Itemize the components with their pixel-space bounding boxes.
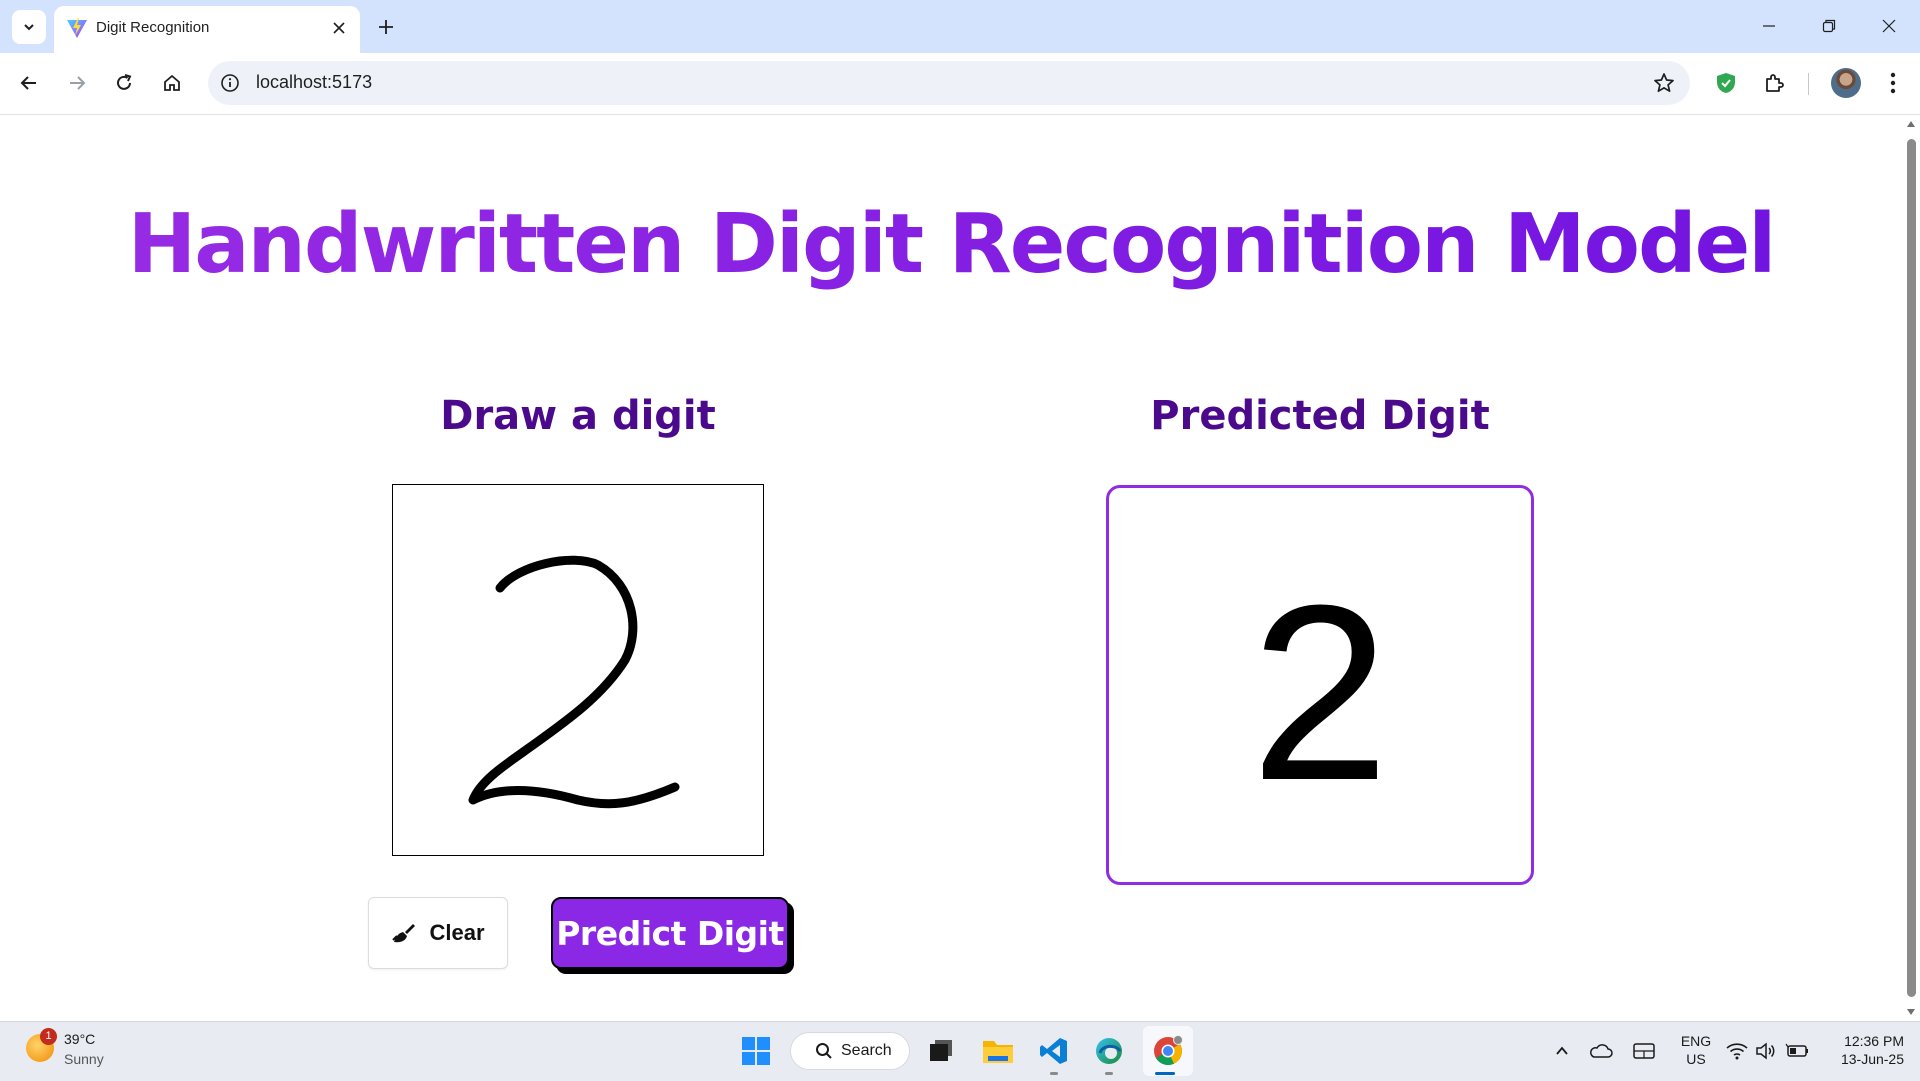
page-content: Handwritten Digit Recognition Model Draw… (0, 115, 1902, 1021)
predict-digit-button[interactable]: Predict Digit (551, 897, 789, 969)
start-button[interactable] (738, 1033, 774, 1069)
wifi-icon (1726, 1043, 1748, 1060)
tab-list-button[interactable] (12, 10, 46, 44)
new-tab-button[interactable] (372, 13, 400, 41)
tab-list-icon (24, 24, 34, 31)
page-title: Handwritten Digit Recognition Model (0, 197, 1902, 292)
drawing-canvas[interactable] (392, 484, 764, 856)
search-label: Search (841, 1042, 892, 1059)
minimize-button[interactable] (1746, 10, 1792, 42)
touch-keyboard-button[interactable] (1626, 1033, 1662, 1069)
forward-icon (70, 76, 86, 90)
plus-icon (379, 20, 393, 34)
volume-icon (1756, 1042, 1775, 1060)
clear-button[interactable]: Clear (368, 897, 508, 969)
restore-icon (1822, 19, 1836, 33)
home-icon (164, 74, 180, 91)
edge-button[interactable] (1091, 1033, 1127, 1069)
windows-start-icon (742, 1037, 770, 1065)
page-scrollbar[interactable] (1902, 115, 1920, 1021)
scroll-up-arrow-icon[interactable] (1906, 119, 1916, 129)
weather-badge: 1 (40, 1028, 57, 1045)
predict-button-label: Predict Digit (556, 913, 784, 953)
keyboard-icon (1633, 1043, 1655, 1059)
shield-icon (1717, 73, 1735, 93)
task-view-button[interactable] (923, 1033, 959, 1069)
tab-title: Digit Recognition (96, 19, 210, 36)
close-window-button[interactable] (1866, 10, 1912, 42)
weather-condition[interactable]: Sunny (64, 1051, 104, 1067)
browser-menu-button[interactable] (1876, 66, 1910, 100)
shield-extension-button[interactable] (1709, 66, 1743, 100)
restore-button[interactable] (1806, 10, 1852, 42)
chrome-button[interactable] (1150, 1033, 1186, 1069)
close-icon (1882, 19, 1896, 33)
clock-time: 12:36 PM (1844, 1033, 1904, 1049)
clock-date: 13-Jun-25 (1840, 1051, 1904, 1067)
browser-toolbar: localhost:5173 (0, 53, 1920, 115)
language-indicator[interactable]: ENG US (1676, 1032, 1716, 1068)
file-explorer-icon (983, 1041, 1013, 1063)
vite-favicon-icon (67, 18, 87, 38)
taskbar-search[interactable]: Search (790, 1032, 910, 1070)
onedrive-icon (1590, 1044, 1613, 1058)
task-view-icon (930, 1040, 952, 1061)
back-button[interactable] (12, 66, 46, 100)
chrome-active-indicator (1155, 1072, 1175, 1075)
avatar[interactable] (1831, 68, 1861, 98)
language-primary: ENG (1680, 1033, 1712, 1049)
home-button[interactable] (155, 66, 189, 100)
vscode-button[interactable] (1036, 1033, 1072, 1069)
clear-button-label: Clear (429, 920, 485, 945)
clock[interactable]: 12:36 PM 13-Jun-25 (1814, 1032, 1904, 1068)
chrome-icon (1154, 1035, 1183, 1065)
forward-button[interactable] (60, 66, 94, 100)
taskbar: 1 39°C Sunny Search ENG US 12:36 PM 13-J… (0, 1021, 1920, 1081)
tab-close-button[interactable] (328, 17, 350, 39)
info-icon (221, 74, 239, 92)
reload-button[interactable] (107, 66, 141, 100)
search-icon (816, 1043, 832, 1059)
extensions-button[interactable] (1757, 66, 1791, 100)
minimize-icon (1763, 25, 1775, 27)
address-bar[interactable]: localhost:5173 (208, 61, 1690, 105)
show-hidden-icons-button[interactable] (1544, 1033, 1580, 1069)
battery-button[interactable] (1779, 1033, 1815, 1069)
bookmark-button[interactable] (1652, 71, 1676, 95)
brush-icon (392, 924, 416, 943)
toolbar-separator (1808, 73, 1809, 95)
predicted-heading: Predicted Digit (1150, 393, 1490, 439)
onedrive-button[interactable] (1583, 1033, 1619, 1069)
scroll-down-arrow-icon[interactable] (1906, 1007, 1916, 1017)
edge-open-indicator (1105, 1072, 1113, 1075)
edge-icon (1096, 1038, 1122, 1064)
extensions-icon (1766, 74, 1784, 92)
vscode-icon (1040, 1038, 1067, 1064)
url-text[interactable]: localhost:5173 (256, 72, 372, 93)
close-icon (333, 22, 345, 34)
language-secondary: US (1686, 1051, 1706, 1067)
site-info-button[interactable] (218, 71, 242, 95)
menu-icon (1890, 72, 1896, 94)
back-icon (20, 76, 36, 90)
weather-temp[interactable]: 39°C (64, 1031, 95, 1047)
draw-heading: Draw a digit (440, 393, 716, 439)
predicted-digit: 2 (1250, 553, 1390, 832)
battery-icon (1785, 1043, 1808, 1057)
vscode-open-indicator (1050, 1072, 1058, 1075)
reload-icon (117, 74, 132, 90)
predicted-digit-box: 2 (1106, 485, 1534, 885)
file-explorer-button[interactable] (980, 1033, 1016, 1069)
chevron-up-icon (1556, 1046, 1568, 1055)
star-icon (1654, 73, 1674, 93)
browser-tab[interactable]: Digit Recognition (54, 6, 360, 53)
drawn-digit-stroke (468, 555, 680, 809)
browser-tab-bar: Digit Recognition (0, 0, 1920, 53)
scrollbar-thumb[interactable] (1907, 139, 1916, 997)
